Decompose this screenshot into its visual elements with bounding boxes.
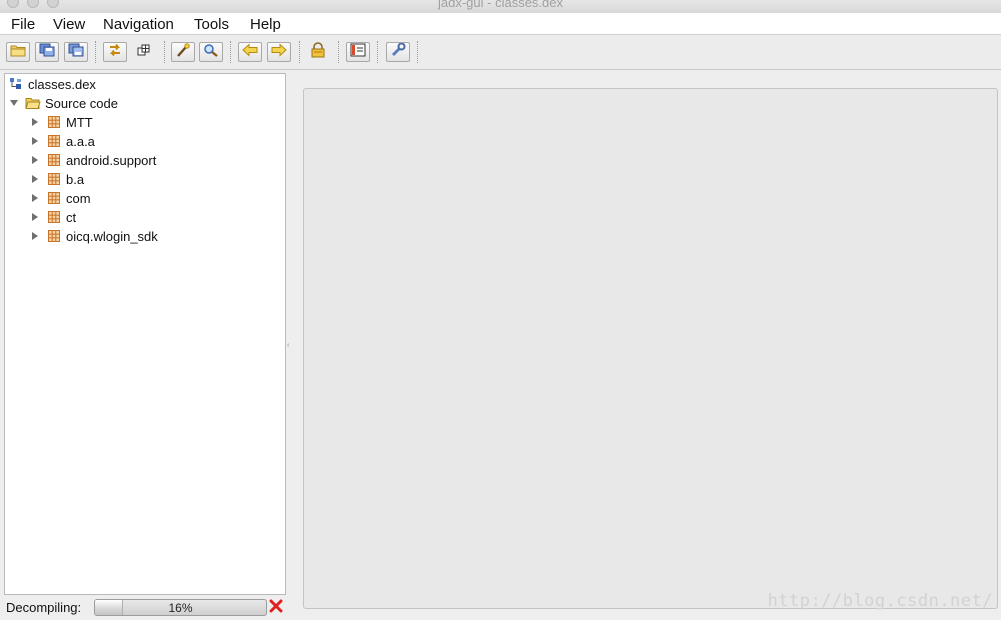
forward-button[interactable] — [267, 42, 291, 62]
save-all-button[interactable] — [35, 42, 59, 62]
collapsed-arrow-icon[interactable] — [30, 212, 40, 222]
lock-icon — [310, 41, 326, 63]
package-icon — [46, 190, 62, 206]
preferences-button[interactable] — [386, 42, 410, 62]
package-icon — [46, 228, 62, 244]
tree-root[interactable]: classes.dex — [8, 75, 96, 93]
flatten-packages-button[interactable] — [132, 42, 156, 62]
save-all-icon — [39, 43, 55, 62]
tree-package-label: com — [66, 190, 91, 206]
wrench-icon — [390, 42, 406, 62]
toolbar-separator — [299, 41, 300, 63]
menu-bar: File View Navigation Tools Help — [0, 13, 1001, 35]
window-title: jadx-gui - classes.dex — [438, 0, 563, 10]
tree-package-label: android.support — [66, 152, 157, 168]
tree-package-item[interactable]: oicq.wlogin_sdk — [30, 227, 158, 245]
expanded-arrow-icon[interactable] — [9, 98, 19, 108]
toolbar-separator — [377, 41, 378, 63]
collapsed-arrow-icon[interactable] — [30, 136, 40, 146]
collapsed-arrow-icon[interactable] — [30, 193, 40, 203]
collapsed-arrow-icon[interactable] — [30, 117, 40, 127]
sync-icon — [107, 43, 123, 62]
tree-package-label: a.a.a — [66, 133, 95, 149]
open-folder-icon — [25, 95, 41, 111]
cancel-icon[interactable] — [269, 599, 283, 613]
collapsed-arrow-icon[interactable] — [30, 231, 40, 241]
toolbar-separator — [417, 41, 418, 63]
dex-file-icon — [8, 76, 24, 92]
toolbar-separator — [230, 41, 231, 63]
watermark: http://blog.csdn.net/ — [767, 591, 993, 611]
collapsed-arrow-icon[interactable] — [30, 174, 40, 184]
tree-source-code-label: Source code — [45, 95, 118, 111]
tree-package-item[interactable]: a.a.a — [30, 132, 95, 150]
menu-help[interactable]: Help — [250, 16, 281, 33]
tree-package-item[interactable]: com — [30, 189, 91, 207]
package-icon — [46, 209, 62, 225]
text-search-button[interactable] — [171, 42, 195, 62]
tree-package-item[interactable]: ct — [30, 208, 76, 226]
package-icon — [46, 152, 62, 168]
tree-package-item[interactable]: b.a — [30, 170, 84, 188]
forward-arrow-icon — [271, 42, 287, 62]
menu-file[interactable]: File — [11, 16, 35, 33]
back-button[interactable] — [238, 42, 262, 62]
menu-tools[interactable]: Tools — [194, 16, 229, 33]
tree-package-label: MTT — [66, 114, 93, 130]
project-tree[interactable]: classes.dex Source code MTT a.a.a androi… — [4, 73, 286, 595]
deobfuscation-button[interactable] — [306, 41, 330, 63]
toolbar-separator — [338, 41, 339, 63]
tree-package-label: oicq.wlogin_sdk — [66, 228, 158, 244]
export-button[interactable] — [64, 42, 88, 62]
log-icon — [350, 43, 366, 62]
tree-root-label: classes.dex — [28, 76, 96, 92]
toolbar-separator — [164, 41, 165, 63]
class-search-button[interactable] — [199, 42, 223, 62]
status-label: Decompiling: — [6, 600, 82, 615]
menu-navigation[interactable]: Navigation — [103, 16, 174, 33]
tree-package-label: ct — [66, 209, 77, 225]
progress-bar: 16% — [94, 599, 267, 616]
package-icon — [46, 133, 62, 149]
code-area[interactable] — [303, 88, 998, 609]
status-bar: Decompiling: 16% — [0, 596, 300, 620]
sync-tree-button[interactable] — [103, 42, 127, 62]
wand-search-icon — [175, 42, 191, 62]
tree-package-label: b.a — [66, 171, 85, 187]
menu-view[interactable]: View — [53, 16, 85, 33]
flatten-packages-icon — [136, 43, 152, 62]
tree-package-item[interactable]: android.support — [30, 151, 156, 169]
title-bar: jadx-gui - classes.dex — [0, 0, 1001, 13]
collapsed-arrow-icon[interactable] — [30, 155, 40, 165]
package-icon — [46, 171, 62, 187]
magnifier-icon — [203, 43, 219, 62]
tree-package-item[interactable]: MTT — [30, 113, 93, 131]
tree-source-code[interactable]: Source code — [9, 94, 118, 112]
back-arrow-icon — [242, 42, 258, 62]
split-divider-handle[interactable]: ‹ — [287, 342, 291, 349]
toolbar-separator — [95, 41, 96, 63]
package-icon — [46, 114, 62, 130]
show-log-button[interactable] — [346, 42, 370, 62]
toolbar — [0, 36, 1001, 70]
export-icon — [68, 43, 84, 62]
progress-text: 16% — [168, 601, 193, 615]
open-folder-icon — [10, 43, 26, 62]
open-file-button[interactable] — [6, 42, 30, 62]
